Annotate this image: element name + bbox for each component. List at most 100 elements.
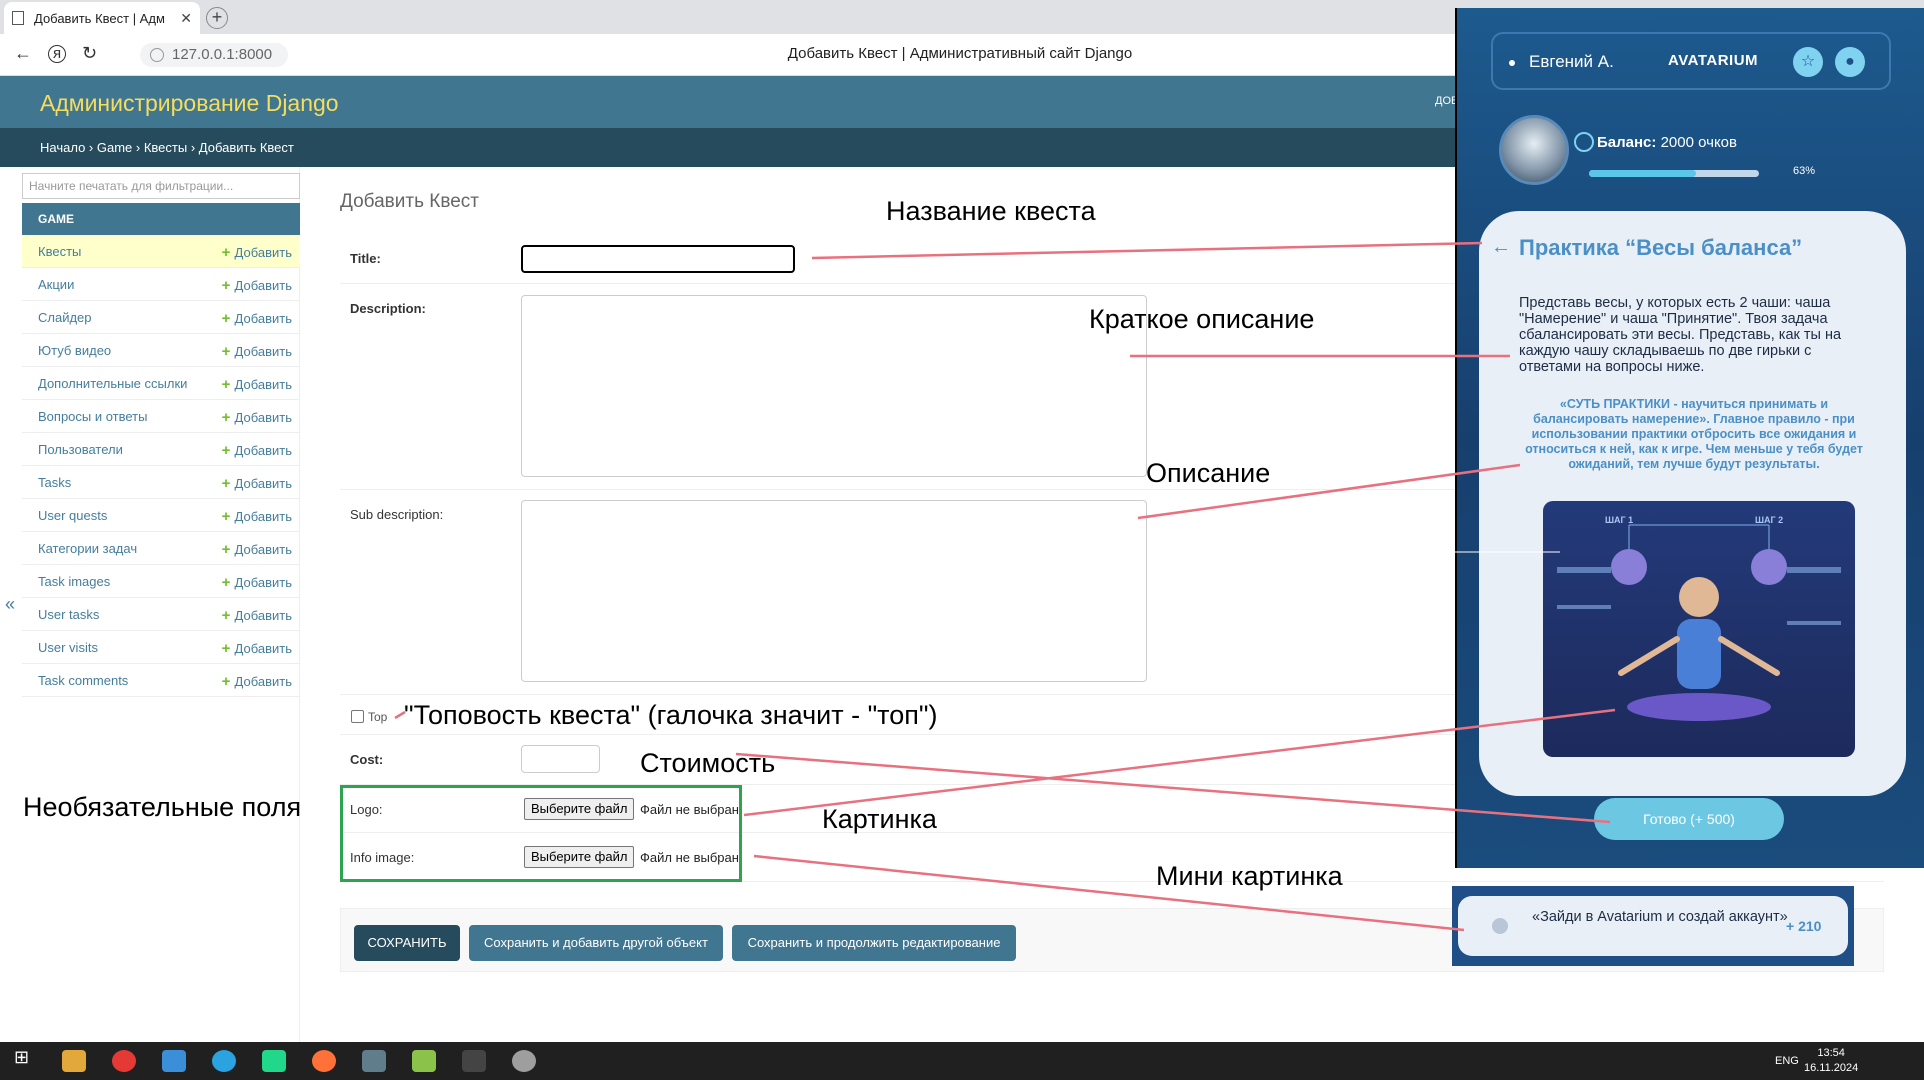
add-link[interactable]: + Добавить [222,376,292,393]
browser-tab[interactable]: Добавить Квест | Адм ✕ [4,2,200,34]
file-explorer-icon[interactable] [62,1050,86,1072]
practice-quote: «СУТЬ ПРАКТИКИ - научиться принимать и б… [1525,397,1863,471]
save-and-add-button[interactable]: Сохранить и добавить другой объект [469,925,723,961]
new-tab-button[interactable]: + [206,7,228,29]
annotation-top: "Топовость квеста" (галочка значит - "то… [404,700,938,730]
add-label: Добавить [234,377,292,392]
sidebar-item[interactable]: User quests + Добавить [22,499,300,532]
app-icon[interactable] [412,1050,436,1072]
sidebar-item-label[interactable]: Пользователи [38,442,123,457]
sidebar-item[interactable]: Акции + Добавить [22,268,300,301]
module-header[interactable]: GAME [22,203,300,235]
app-icon[interactable] [512,1050,536,1072]
yandex-browser-icon[interactable] [112,1050,136,1072]
sidebar-item-label[interactable]: Слайдер [38,310,92,325]
profile-icon[interactable]: ● [1835,47,1865,77]
sidebar-item[interactable]: Вопросы и ответы + Добавить [22,400,300,433]
mini-card[interactable]: «Зайди в Avatarium и создай аккаунт» + 2… [1458,896,1848,956]
save-and-continue-button[interactable]: Сохранить и продолжить редактирование [732,925,1016,961]
breadcrumb-home[interactable]: Начало [40,140,85,155]
site-brand[interactable]: Администрирование Django [40,90,339,117]
back-icon[interactable]: ← [14,43,32,64]
add-label: Добавить [234,476,292,491]
plus-icon: + [221,343,235,360]
sub-description-textarea[interactable] [521,500,1147,682]
sidebar-item-label[interactable]: User tasks [38,607,99,622]
add-link[interactable]: + Добавить [222,244,292,261]
app-icon[interactable] [162,1050,186,1072]
windows-start-icon[interactable]: ⊞ [14,1047,38,1069]
sidebar-item-label[interactable]: Tasks [38,475,71,490]
add-link[interactable]: + Добавить [222,475,292,492]
annotation-image: Картинка [822,804,937,834]
cost-input[interactable] [521,745,600,773]
breadcrumb-app[interactable]: Game [97,140,132,155]
taskbar: ⊞ ENG 13:54 16.11.2024 [0,1042,1924,1080]
add-link[interactable]: + Добавить [222,508,292,525]
sidebar-item[interactable]: Дополнительные ссылки + Добавить [22,367,300,400]
done-button[interactable]: Готово (+ 500) [1594,798,1784,840]
add-link[interactable]: + Добавить [222,277,292,294]
sidebar-item[interactable]: Task images + Добавить [22,565,300,598]
sub-description-label: Sub description: [350,507,444,522]
yandex-icon[interactable]: я [48,45,66,63]
mini-card-text: «Зайди в Avatarium и создай аккаунт» [1532,909,1788,925]
sidebar-item-label[interactable]: Ютуб видео [38,343,111,358]
firefox-icon[interactable] [312,1050,336,1072]
title-input[interactable] [521,245,795,273]
sidebar-item-label[interactable]: Task comments [38,673,128,688]
sidebar-item[interactable]: Пользователи + Добавить [22,433,300,466]
save-button[interactable]: СОХРАНИТЬ [354,925,460,961]
sidebar-item-label[interactable]: Вопросы и ответы [38,409,147,424]
add-link[interactable]: + Добавить [222,541,292,558]
title-label: Title: [350,251,381,266]
add-link[interactable]: + Добавить [222,442,292,459]
sidebar-item-label[interactable]: Квесты [38,244,81,259]
sidebar-item[interactable]: Ютуб видео + Добавить [22,334,300,367]
top-checkbox[interactable] [351,710,364,723]
site-info-icon[interactable] [150,48,164,62]
sidebar-item-label[interactable]: User visits [38,640,98,655]
plus-icon: + [221,376,235,393]
add-label: Добавить [234,575,292,590]
pycharm-icon[interactable] [262,1050,286,1072]
sidebar-item[interactable]: Tasks + Добавить [22,466,300,499]
terminal-icon[interactable] [462,1050,486,1072]
address-bar[interactable]: 127.0.0.1:8000 [140,43,288,67]
sidebar-item[interactable]: Слайдер + Добавить [22,301,300,334]
close-tab-icon[interactable]: ✕ [180,10,192,27]
add-link[interactable]: + Добавить [222,607,292,624]
add-link[interactable]: + Добавить [222,310,292,327]
language-indicator[interactable]: ENG [1775,1055,1799,1067]
add-link[interactable]: + Добавить [222,673,292,690]
sidebar-item[interactable]: User visits + Добавить [22,631,300,664]
clock[interactable]: 13:54 16.11.2024 [1804,1046,1858,1076]
sidebar-item[interactable]: User tasks + Добавить [22,598,300,631]
back-arrow-icon[interactable]: ← [1491,236,1511,259]
divider [340,489,1460,490]
nav-sidebar: Начните печатать для фильтрации... GAME … [0,167,300,1047]
telegram-icon[interactable] [212,1050,236,1072]
add-link[interactable]: + Добавить [222,574,292,591]
divider [340,283,1460,284]
sidebar-item[interactable]: Категории задач + Добавить [22,532,300,565]
description-textarea[interactable] [521,295,1147,477]
sidebar-item-label[interactable]: User quests [38,508,107,523]
sidebar-item-label[interactable]: Акции [38,277,74,292]
calculator-icon[interactable] [362,1050,386,1072]
add-label: Добавить [234,311,292,326]
sidebar-item[interactable]: Task comments + Добавить [22,664,300,697]
practice-image: ШАГ 1 ШАГ 2 [1543,501,1855,757]
filter-input[interactable]: Начните печатать для фильтрации... [22,173,300,199]
add-link[interactable]: + Добавить [222,343,292,360]
sidebar-item-label[interactable]: Дополнительные ссылки [38,376,187,391]
collapse-sidebar-icon[interactable]: « [5,594,15,615]
sidebar-item-label[interactable]: Категории задач [38,541,137,556]
breadcrumb-model[interactable]: Квесты [144,140,187,155]
reload-icon[interactable]: ↻ [82,43,97,64]
add-link[interactable]: + Добавить [222,640,292,657]
sidebar-item[interactable]: Квесты + Добавить [22,235,300,268]
sidebar-item-label[interactable]: Task images [38,574,110,589]
add-link[interactable]: + Добавить [222,409,292,426]
star-icon[interactable]: ☆ [1793,47,1823,77]
